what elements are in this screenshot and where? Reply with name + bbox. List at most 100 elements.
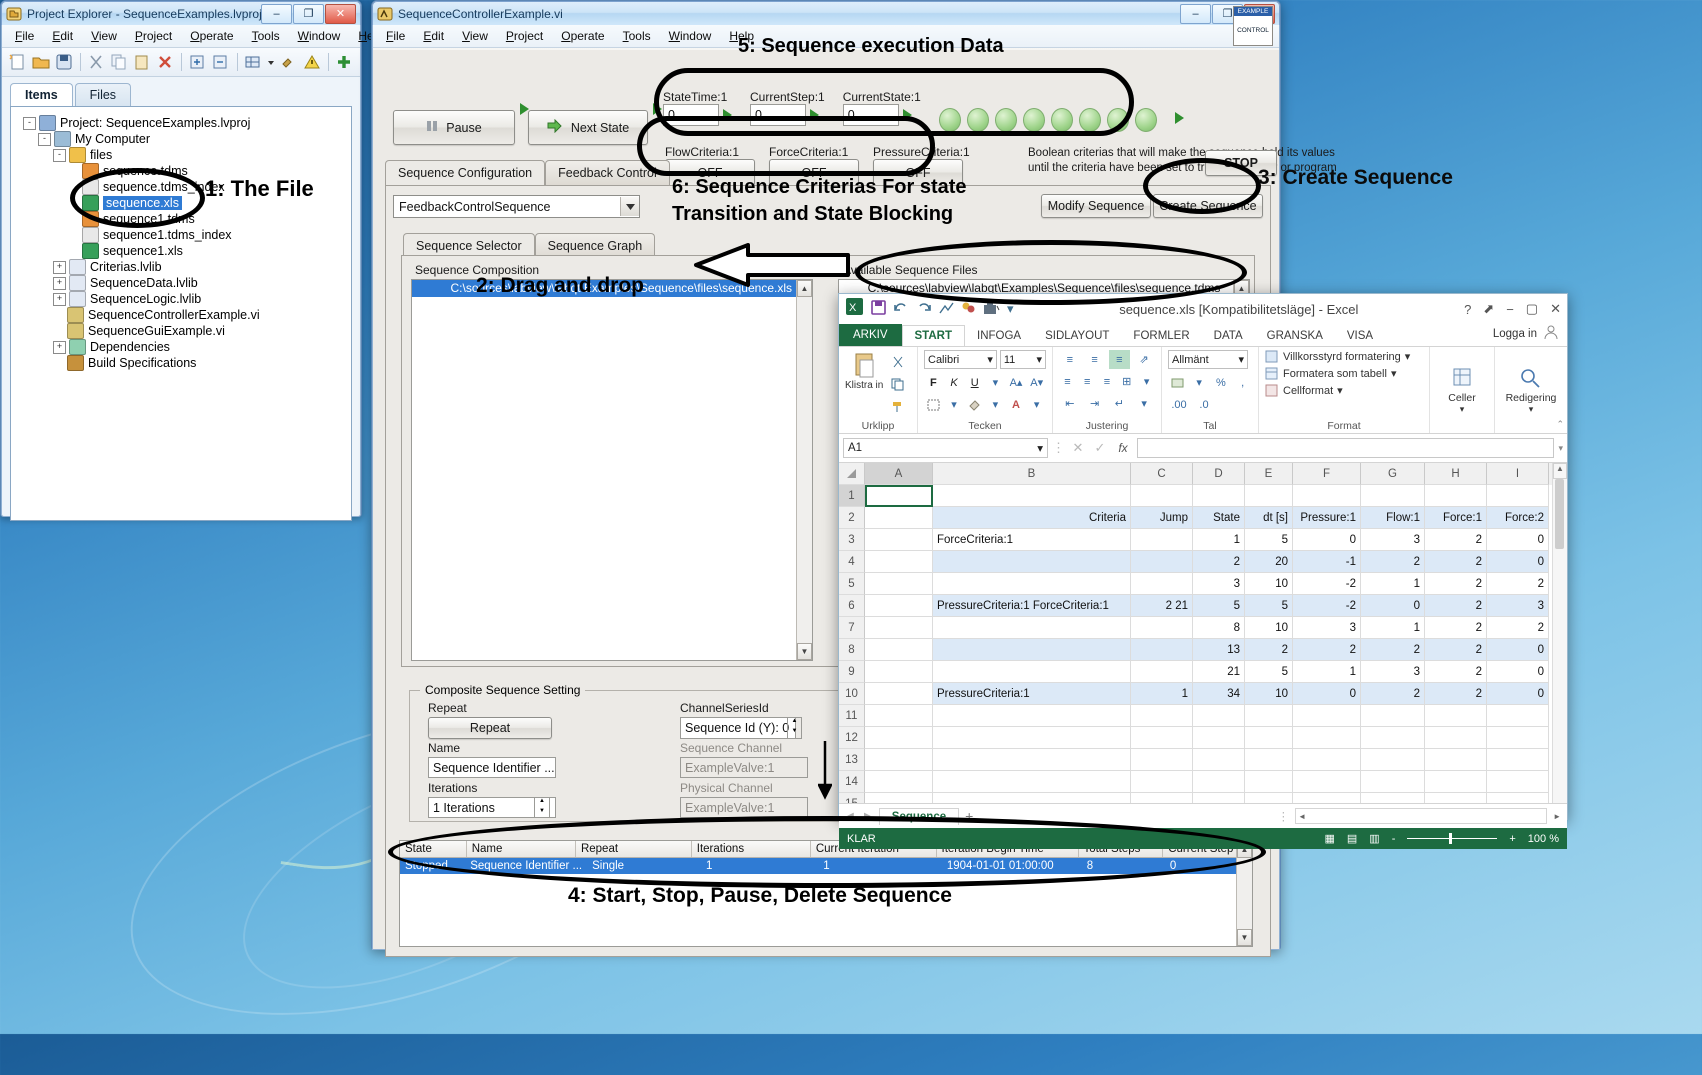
chevron-down-icon[interactable]: ▾ [1529, 404, 1534, 415]
tree-item-dependencies[interactable]: +Dependencies [15, 339, 347, 355]
decrease-decimal-icon[interactable]: .0 [1193, 395, 1215, 414]
grid-scroll-thumb[interactable] [1555, 479, 1564, 549]
sheet-tab-sequence[interactable]: Sequence [879, 808, 959, 825]
grid-cell[interactable] [1245, 771, 1293, 793]
grid-cell[interactable] [1245, 727, 1293, 749]
project-tree[interactable]: -Project: SequenceExamples.lvproj-My Com… [10, 106, 352, 521]
zoom-in-button[interactable]: + [1509, 833, 1515, 845]
grid-cell[interactable] [1131, 551, 1193, 573]
ribbon-tab-visa[interactable]: VISA [1335, 326, 1385, 346]
grid-cell[interactable]: 34 [1193, 683, 1245, 705]
align-top-icon[interactable]: ≡ [1059, 350, 1081, 369]
grid-cell[interactable] [1193, 793, 1245, 803]
tree-item-files[interactable]: -files [15, 147, 347, 163]
grid-cell[interactable] [1361, 705, 1425, 727]
bold-button[interactable]: F [924, 373, 943, 392]
grid-cell[interactable]: 10 [1245, 573, 1293, 595]
grid-cell[interactable]: 10 [1245, 617, 1293, 639]
grid-cell[interactable] [1131, 639, 1193, 661]
row-header-1[interactable]: 1 [839, 485, 865, 507]
create-sequence-button[interactable]: Create Sequence [1153, 194, 1263, 218]
enter-icon[interactable]: ✓ [1091, 440, 1109, 456]
excel-quick-access-toolbar[interactable]: X ▾ [845, 297, 1014, 321]
hscroll-left-icon[interactable]: ◄ [1296, 812, 1308, 821]
expand-all-icon[interactable] [188, 52, 208, 72]
grid-cell[interactable]: 3 [1293, 617, 1361, 639]
italic-button[interactable]: K [945, 373, 964, 392]
grid-cell[interactable] [1131, 793, 1193, 803]
column-header-h[interactable]: H [1425, 463, 1487, 485]
grid-cell[interactable] [933, 749, 1131, 771]
ribbon-tab-formler[interactable]: FORMLER [1121, 326, 1201, 346]
tab-feedback-control[interactable]: Feedback Control [545, 160, 670, 186]
excel-ribbon-tabs[interactable]: ARKIVSTARTINFOGASIDLAYOUTFORMLERDATAGRAN… [839, 324, 1385, 346]
grid-cell[interactable] [933, 551, 1131, 573]
status-table-scrollbar[interactable]: ▲ ▼ [1236, 841, 1252, 946]
cut-icon[interactable] [887, 353, 909, 372]
vi-menu-view[interactable]: View [453, 27, 497, 45]
vi-menu-window[interactable]: Window [660, 27, 721, 45]
grid-cell[interactable]: 3 [1193, 573, 1245, 595]
project-explorer-menubar[interactable]: FileEditViewProjectOperateToolsWindowHel… [2, 25, 360, 48]
scroll-up-button[interactable]: ▲ [797, 280, 812, 297]
tree-item-sequencecontrollerexample-vi[interactable]: SequenceControllerExample.vi [15, 307, 347, 323]
grid-cell[interactable]: PressureCriteria:1 ForceCriteria:1 [933, 595, 1131, 617]
grid-cell[interactable] [865, 683, 933, 705]
status-column-header[interactable]: Iterations [692, 841, 811, 857]
grid-cell[interactable] [1245, 705, 1293, 727]
grid-cell[interactable]: 1 [1293, 661, 1361, 683]
sequence-name-input[interactable]: Sequence Identifier ... [428, 757, 556, 778]
grid-cell[interactable]: 2 [1487, 573, 1549, 595]
grid-cell[interactable] [1131, 485, 1193, 507]
tree-item-sequenceguiexample-vi[interactable]: SequenceGuiExample.vi [15, 323, 347, 339]
grid-cell[interactable] [1425, 793, 1487, 803]
pause-button[interactable]: Pause [393, 110, 515, 145]
align-right-icon[interactable]: ≡ [1099, 372, 1116, 391]
grid-cell[interactable] [865, 749, 933, 771]
increase-font-size-icon[interactable]: A▴ [1007, 373, 1026, 392]
grid-cell[interactable]: 5 [1245, 595, 1293, 617]
tree-item-criterias-lvlib[interactable]: +Criterias.lvlib [15, 259, 347, 275]
grid-cell[interactable]: 2 [1361, 551, 1425, 573]
orientation-icon[interactable]: ⇗ [1133, 350, 1155, 369]
chevron-down-icon[interactable]: ▾ [1391, 367, 1397, 380]
grid-view-icon[interactable] [243, 52, 263, 72]
chevron-down-icon[interactable] [620, 197, 639, 216]
grid-cell[interactable] [1193, 485, 1245, 507]
grid-cell[interactable] [865, 793, 933, 803]
table-row[interactable]: StoppedSequence Identifier ...Single1119… [400, 858, 1252, 874]
grid-cell[interactable]: 0 [1293, 529, 1361, 551]
select-all-corner[interactable] [839, 463, 865, 485]
zoom-level-label[interactable]: 100 % [1528, 833, 1559, 845]
grid-cell[interactable] [1131, 749, 1193, 771]
next-state-button[interactable]: Next State [528, 110, 648, 145]
grid-cell[interactable] [933, 639, 1131, 661]
signin-label[interactable]: Logga in [1493, 328, 1537, 340]
paste-icon[interactable] [132, 52, 152, 72]
grid-cell[interactable] [1425, 771, 1487, 793]
chevron-down-icon[interactable]: ▾ [1337, 384, 1343, 397]
grid-cell[interactable] [865, 727, 933, 749]
project-explorer-menu-operate[interactable]: Operate [181, 27, 242, 45]
grid-cell[interactable] [1193, 727, 1245, 749]
excel-maximize-button[interactable]: ▢ [1526, 301, 1538, 317]
percent-icon[interactable]: % [1212, 373, 1231, 392]
grid-cell[interactable]: 0 [1487, 551, 1549, 573]
add-sheet-icon[interactable]: + [965, 808, 973, 824]
tree-expander[interactable]: - [23, 117, 36, 130]
project-explorer-menu-window[interactable]: Window [289, 27, 350, 45]
scroll-down-button[interactable]: ▼ [797, 643, 812, 660]
grid-cell[interactable] [933, 727, 1131, 749]
excel-window[interactable]: X ▾ sequence.xls [Kompatibilitetsläge] -… [838, 293, 1568, 820]
grid-cell[interactable] [1293, 793, 1361, 803]
grid-cell[interactable]: -1 [1293, 551, 1361, 573]
warning-icon[interactable] [302, 52, 322, 72]
chevron-down-icon[interactable]: ▾ [1460, 404, 1465, 415]
grid-cell[interactable] [1361, 749, 1425, 771]
grid-cell[interactable]: 2 [1425, 551, 1487, 573]
tree-expander[interactable]: + [53, 293, 66, 306]
excel-ribbon[interactable]: Klistra in Urklipp Calibri▾ 11▾ [839, 346, 1567, 434]
grid-cell[interactable] [1361, 727, 1425, 749]
maximize-button[interactable]: ❐ [293, 4, 324, 24]
vi-menu-operate[interactable]: Operate [552, 27, 613, 45]
